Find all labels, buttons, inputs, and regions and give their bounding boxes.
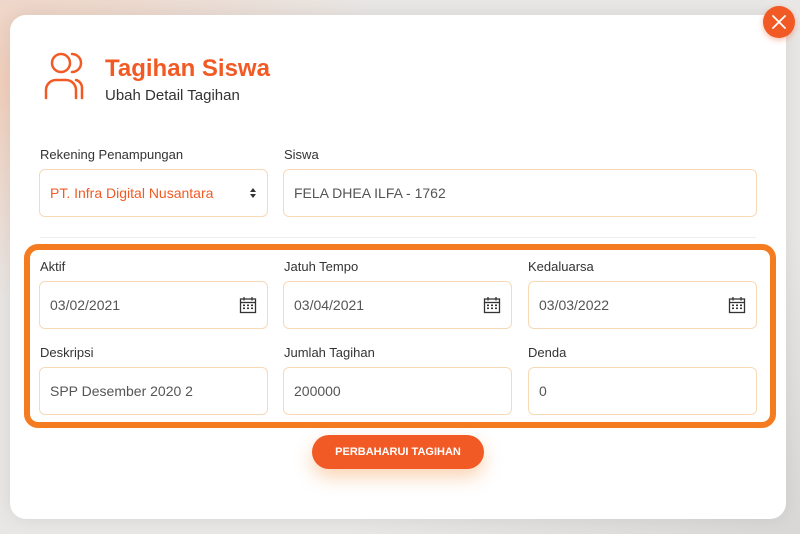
jatuh-tempo-label: Jatuh Tempo [284,259,359,274]
siswa-label: Siswa [284,147,319,162]
jumlah-tagihan-input[interactable]: 200000 [283,367,512,415]
jatuh-tempo-date-input[interactable]: 03/04/2021 [283,281,512,329]
calendar-icon[interactable] [483,296,501,314]
rekening-label: Rekening Penampungan [40,147,184,162]
aktif-value: 03/02/2021 [50,297,121,313]
page-title: Tagihan Siswa [105,55,270,82]
aktif-label: Aktif [40,259,66,274]
siswa-field[interactable]: FELA DHEA ILFA - 1762 [283,169,757,217]
calendar-icon[interactable] [239,296,257,314]
rekening-select[interactable]: PT. Infra Digital Nusantara [39,169,268,217]
denda-value: 0 [539,383,547,399]
kedaluarsa-date-input[interactable]: 03/03/2022 [528,281,757,329]
divider [40,237,756,238]
calendar-icon[interactable] [728,296,746,314]
jatuh-tempo-value: 03/04/2021 [294,297,365,313]
jumlah-tagihan-label: Jumlah Tagihan [284,345,375,360]
deskripsi-label: Deskripsi [40,345,94,360]
page-subtitle: Ubah Detail Tagihan [105,87,240,104]
close-button[interactable] [763,6,795,38]
deskripsi-input[interactable]: SPP Desember 2020 2 [39,367,268,415]
aktif-date-input[interactable]: 03/02/2021 [39,281,268,329]
deskripsi-value: SPP Desember 2020 2 [50,383,193,399]
close-icon [772,15,786,29]
rekening-value: PT. Infra Digital Nusantara [50,185,214,201]
users-icon [44,52,84,100]
jumlah-tagihan-value: 200000 [294,383,341,399]
denda-input[interactable]: 0 [528,367,757,415]
select-arrows-icon [250,188,256,198]
denda-label: Denda [528,345,567,360]
update-bill-button[interactable]: PERBAHARUI TAGIHAN [312,435,484,469]
kedaluarsa-value: 03/03/2022 [539,297,610,313]
siswa-value: FELA DHEA ILFA - 1762 [294,185,446,201]
kedaluarsa-label: Kedaluarsa [528,259,594,274]
